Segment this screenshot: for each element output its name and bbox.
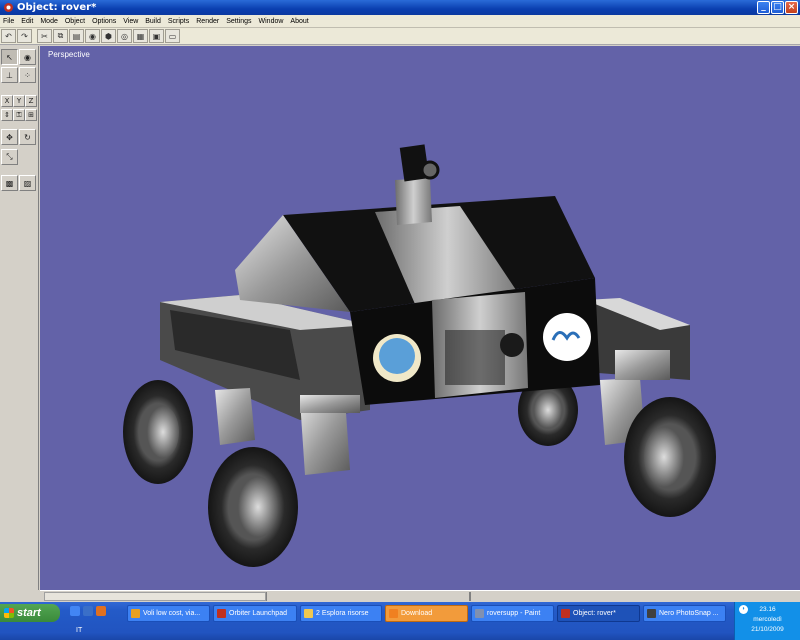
system-tray: ◗ 23.16 mercoledì 21/10/2009 xyxy=(734,602,800,640)
rotate-icon[interactable]: ↻ xyxy=(19,129,36,145)
paste-icon[interactable]: ▤ xyxy=(69,29,84,43)
app-icon xyxy=(561,609,570,618)
axis-x-button[interactable]: X xyxy=(1,95,13,107)
shaded-icon[interactable]: ◎ xyxy=(117,29,132,43)
messenger-icon[interactable] xyxy=(83,606,93,616)
wireframe-icon[interactable]: ⬢ xyxy=(101,29,116,43)
paint-icon xyxy=(475,609,484,618)
app-icon xyxy=(4,3,13,12)
tray-date: 21/10/2009 xyxy=(751,626,784,633)
camera-icon[interactable]: ▣ xyxy=(149,29,164,43)
tool-panel: ↖ ◉ ⊥ ⁘ X Y Z ⇕ ⚿ ⊞ ✥ ↻ ⤡ ▩ ▨ xyxy=(0,46,39,590)
axis-y-button[interactable]: Y xyxy=(13,95,25,107)
lock-icon[interactable]: ⚿ xyxy=(13,109,25,121)
menu-object[interactable]: Object xyxy=(65,18,85,25)
scale-icon[interactable]: ⇕ xyxy=(1,109,13,121)
select-arrow-icon[interactable]: ↖ xyxy=(1,49,18,65)
network-icon[interactable]: ◗ xyxy=(739,605,748,614)
folder-icon xyxy=(304,609,313,618)
axis-z-button[interactable]: Z xyxy=(25,95,37,107)
menu-mode[interactable]: Mode xyxy=(40,18,58,25)
task-download[interactable]: Download xyxy=(385,605,468,622)
google-icon[interactable] xyxy=(70,606,80,616)
undo-icon[interactable]: ↶ xyxy=(1,29,16,43)
title-bar: Object: rover* _ □ × xyxy=(0,0,800,15)
scrollbar-thumb[interactable] xyxy=(44,592,266,601)
resize-icon[interactable]: ⤡ xyxy=(1,149,18,165)
menu-scripts[interactable]: Scripts xyxy=(168,18,189,25)
nero-icon xyxy=(647,609,656,618)
horizontal-scrollbar[interactable] xyxy=(40,590,800,602)
language-indicator[interactable]: IT xyxy=(76,627,82,634)
task-object-rover[interactable]: Object: rover* xyxy=(557,605,640,622)
menu-settings[interactable]: Settings xyxy=(226,18,251,25)
start-button[interactable]: start xyxy=(0,604,60,622)
menu-render[interactable]: Render xyxy=(196,18,219,25)
windows-logo-icon xyxy=(4,608,14,618)
menu-edit[interactable]: Edit xyxy=(21,18,33,25)
menu-about[interactable]: About xyxy=(290,18,308,25)
maximize-button[interactable]: □ xyxy=(771,1,784,14)
task-paint[interactable]: roversupp - Paint xyxy=(471,605,554,622)
task-nero-photosnap[interactable]: Nero PhotoSnap ... xyxy=(643,605,726,622)
grid-icon[interactable]: ⊞ xyxy=(25,109,37,121)
quick-launch xyxy=(70,606,106,616)
taskbar: start IT Voli low cost, via... Orbiter L… xyxy=(0,602,800,640)
task-esplora-risorse[interactable]: 2 Esplora risorse xyxy=(300,605,382,622)
close-button[interactable]: × xyxy=(785,1,798,14)
tray-day: mercoledì xyxy=(753,616,782,623)
menu-file[interactable]: File xyxy=(3,18,14,25)
minimize-button[interactable]: _ xyxy=(757,1,770,14)
menu-view[interactable]: View xyxy=(123,18,138,25)
perspective-viewport[interactable]: Perspective xyxy=(40,46,800,590)
move-icon[interactable]: ✥ xyxy=(1,129,18,145)
download-icon xyxy=(389,609,398,618)
task-orbiter-launchpad[interactable]: Orbiter Launchpad xyxy=(213,605,297,622)
cut-icon[interactable]: ✂ xyxy=(37,29,52,43)
redo-icon[interactable]: ↷ xyxy=(17,29,32,43)
menu-bar: File Edit Mode Object Options View Build… xyxy=(0,15,800,28)
task-voli-low-cost[interactable]: Voli low cost, via... xyxy=(127,605,210,622)
render-preview-icon[interactable]: ▩ xyxy=(1,175,18,191)
points-icon[interactable]: ⁘ xyxy=(19,67,36,83)
render-icon[interactable]: ◉ xyxy=(85,29,100,43)
toolbar: ↶ ↷ ✂ ⧉ ▤ ◉ ⬢ ◎ ▦ ▣ ▭ xyxy=(0,28,800,45)
window-title: Object: rover* xyxy=(17,2,97,13)
firefox-icon[interactable] xyxy=(96,606,106,616)
menu-build[interactable]: Build xyxy=(145,18,161,25)
light-icon[interactable]: ▭ xyxy=(165,29,180,43)
texture-icon[interactable]: ▦ xyxy=(133,29,148,43)
browser-icon xyxy=(131,609,140,618)
orbiter-icon xyxy=(217,609,226,618)
menu-window[interactable]: Window xyxy=(259,18,284,25)
eye-icon[interactable]: ◉ xyxy=(19,49,36,65)
axis-icon[interactable]: ⊥ xyxy=(1,67,18,83)
menu-options[interactable]: Options xyxy=(92,18,116,25)
texture-preview-icon[interactable]: ▨ xyxy=(19,175,36,191)
copy-icon[interactable]: ⧉ xyxy=(53,29,68,43)
rover-model xyxy=(123,144,716,567)
